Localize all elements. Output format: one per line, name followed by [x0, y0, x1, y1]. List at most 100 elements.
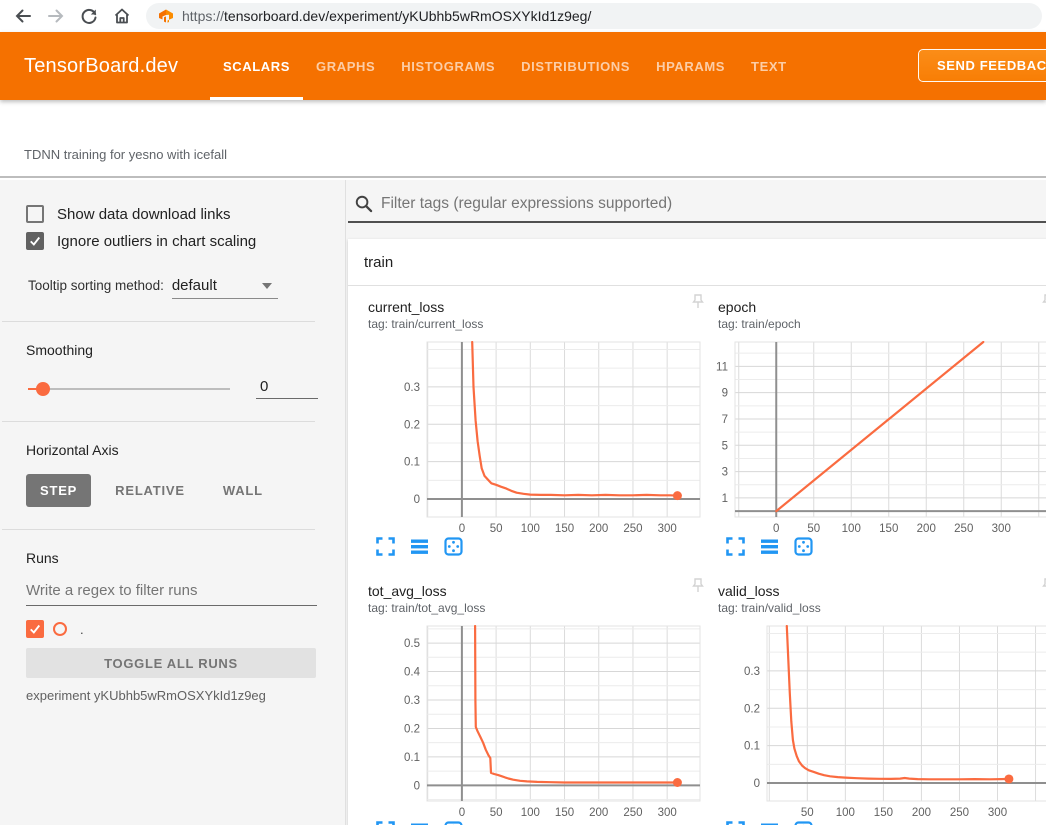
send-feedback-button[interactable]: SEND FEEDBACK [918, 49, 1046, 82]
slider-track [28, 388, 230, 390]
checkbox-unchecked[interactable] [26, 205, 44, 223]
chart-plot-valid_loss[interactable]: 5010015020025030000.10.20.3 [706, 619, 1046, 819]
svg-text:150: 150 [555, 807, 574, 819]
pin-icon[interactable] [692, 294, 704, 309]
home-icon[interactable] [112, 6, 132, 26]
chart-title: tot_avg_loss [368, 583, 706, 599]
smoothing-slider[interactable] [28, 382, 230, 396]
pin-icon[interactable] [692, 578, 704, 593]
smoothing-value-input[interactable]: 0 [256, 378, 318, 399]
chart-card-current_loss: current_losstag: train/current_loss05010… [356, 286, 706, 570]
svg-text:300: 300 [658, 523, 677, 535]
tab-graphs[interactable]: GRAPHS [303, 32, 388, 100]
reload-icon[interactable] [79, 6, 99, 26]
expand-icon[interactable] [376, 821, 395, 825]
toggle-all-runs-button[interactable]: TOGGLE ALL RUNS [26, 648, 316, 678]
divider [2, 321, 315, 322]
fit-domain-icon[interactable] [444, 821, 463, 825]
tooltip-sorting-select[interactable]: default [172, 277, 278, 299]
svg-text:250: 250 [623, 807, 642, 819]
svg-text:200: 200 [917, 523, 936, 535]
fit-domain-icon[interactable] [794, 537, 813, 556]
check-icon [28, 234, 42, 248]
log-scale-icon[interactable] [760, 537, 779, 556]
run-row[interactable]: . [26, 620, 345, 638]
pin-icon[interactable] [1042, 578, 1046, 593]
fit-domain-icon[interactable] [794, 821, 813, 825]
tab-distributions[interactable]: DISTRIBUTIONS [508, 32, 643, 100]
svg-text:11: 11 [716, 361, 728, 373]
expand-icon[interactable] [726, 537, 745, 556]
svg-text:200: 200 [589, 523, 608, 535]
smoothing-row: 0 [28, 378, 345, 399]
section-header-train[interactable]: train [348, 239, 1046, 286]
tooltip-sorting-row: Tooltip sorting method: default [28, 277, 345, 299]
svg-text:3: 3 [722, 467, 728, 479]
check-icon [28, 622, 42, 636]
svg-text:7: 7 [722, 414, 728, 426]
svg-text:100: 100 [521, 523, 540, 535]
train-section-card: train current_losstag: train/current_los… [348, 239, 1046, 825]
svg-text:0: 0 [459, 807, 465, 819]
pin-icon[interactable] [1042, 294, 1046, 309]
axis-option-step[interactable]: STEP [26, 474, 91, 507]
chart-plot-current_loss[interactable]: 05010015020025030000.10.20.3 [356, 335, 706, 535]
svg-text:50: 50 [801, 807, 814, 819]
svg-text:50: 50 [490, 807, 503, 819]
chart-plot-tot_avg_loss[interactable]: 05010015020025030000.10.20.30.40.5 [356, 619, 706, 819]
svg-text:0: 0 [414, 494, 420, 506]
svg-text:300: 300 [988, 807, 1007, 819]
search-icon [354, 194, 373, 213]
svg-text:150: 150 [555, 523, 574, 535]
browser-bar: https://tensorboard.dev/experiment/yKUbh… [0, 0, 1046, 32]
tab-hparams[interactable]: HPARAMS [643, 32, 738, 100]
chart-actions [376, 821, 706, 825]
svg-text:250: 250 [954, 523, 973, 535]
run-list: . [0, 620, 345, 638]
tab-scalars[interactable]: SCALARS [210, 32, 303, 100]
log-scale-icon[interactable] [760, 821, 779, 825]
app-header: TensorBoard.dev SCALARSGRAPHSHISTOGRAMSD… [0, 32, 1046, 100]
svg-text:100: 100 [842, 523, 861, 535]
filter-tags-input[interactable]: Filter tags (regular expressions support… [348, 190, 1046, 223]
log-scale-icon[interactable] [410, 821, 429, 825]
tab-histograms[interactable]: HISTOGRAMS [388, 32, 508, 100]
ignore-outliers-checkbox[interactable]: Ignore outliers in chart scaling [26, 232, 345, 250]
svg-text:50: 50 [490, 523, 503, 535]
divider [2, 529, 315, 530]
log-scale-icon[interactable] [410, 537, 429, 556]
chart-plot-epoch[interactable]: 0501001502002503001357911 [706, 335, 1046, 535]
show-download-links-checkbox[interactable]: Show data download links [26, 205, 345, 223]
address-bar[interactable]: https://tensorboard.dev/experiment/yKUbh… [146, 3, 1042, 29]
fit-domain-icon[interactable] [444, 537, 463, 556]
svg-text:0.3: 0.3 [404, 382, 420, 394]
expand-icon[interactable] [726, 821, 745, 825]
tab-text[interactable]: TEXT [738, 32, 800, 100]
svg-text:0.4: 0.4 [404, 667, 421, 679]
svg-text:300: 300 [992, 523, 1011, 535]
experiment-strip: TDNN training for yesno with icefall [0, 100, 1046, 178]
runs-regex-input[interactable]: Write a regex to filter runs [26, 582, 317, 606]
axis-option-wall[interactable]: WALL [209, 474, 277, 507]
charts-grid: current_losstag: train/current_loss05010… [348, 286, 1046, 825]
svg-text:0.2: 0.2 [404, 419, 420, 431]
checkbox-checked[interactable] [26, 232, 44, 250]
horizontal-axis-buttons: STEP RELATIVE WALL [26, 474, 345, 507]
axis-option-relative[interactable]: RELATIVE [101, 474, 199, 507]
forward-icon[interactable] [46, 6, 66, 26]
slider-thumb[interactable] [36, 382, 50, 396]
chart-tag: tag: train/valid_loss [718, 601, 1046, 615]
chart-card-epoch: epochtag: train/epoch0501001502002503001… [706, 286, 1046, 570]
svg-text:5: 5 [722, 440, 728, 452]
run-checkbox[interactable] [26, 620, 44, 638]
svg-text:100: 100 [521, 807, 540, 819]
chart-title: epoch [718, 299, 1046, 315]
smoothing-label: Smoothing [26, 342, 345, 358]
svg-text:150: 150 [879, 523, 898, 535]
back-icon[interactable] [13, 6, 33, 26]
expand-icon[interactable] [376, 537, 395, 556]
svg-text:0.3: 0.3 [404, 695, 420, 707]
runs-label: Runs [26, 550, 345, 566]
checkbox-label: Show data download links [57, 206, 230, 223]
filter-tags-placeholder: Filter tags (regular expressions support… [381, 195, 672, 213]
